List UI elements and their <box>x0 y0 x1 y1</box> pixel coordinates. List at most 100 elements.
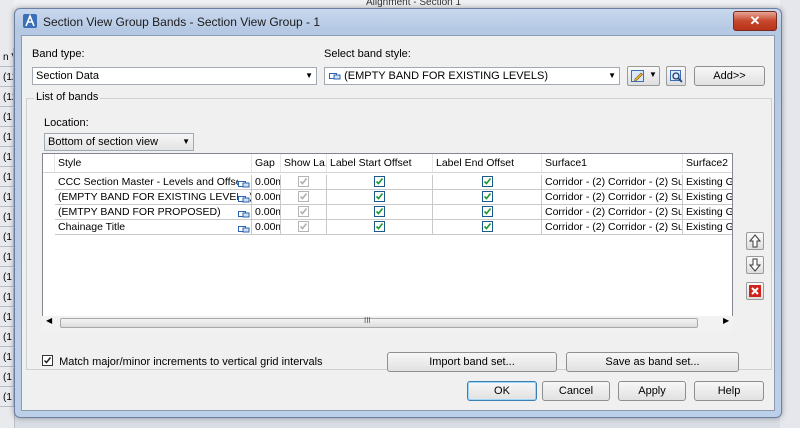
cell-label-start-offset[interactable] <box>327 220 433 235</box>
background-row-cell: (1 <box>0 208 14 227</box>
cell-gap[interactable]: 0.00mm <box>252 205 281 220</box>
table-row[interactable]: Chainage Title 0.00mm Corridor - (2) Corri… <box>43 220 732 235</box>
table-row[interactable]: CCC Section Master - Levels and Offse 0.0… <box>43 175 732 190</box>
ok-button[interactable]: OK <box>467 381 537 401</box>
cell-gap[interactable]: 0.00mm <box>252 190 281 205</box>
edit-style-button[interactable]: ▼ <box>627 66 660 86</box>
col-label-end-offset-header[interactable]: Label End Offset <box>433 154 542 172</box>
cell-surface2[interactable]: Existing Grou <box>683 190 732 205</box>
cell-label-end-offset[interactable] <box>433 205 542 220</box>
move-down-button[interactable] <box>746 256 764 274</box>
style-picker-icon[interactable] <box>238 178 250 189</box>
cell-label-start-offset[interactable] <box>327 175 433 190</box>
delete-icon <box>749 285 761 297</box>
background-title: Alignment - Section 1 <box>366 0 462 8</box>
cell-text: (EMTPY BAND FOR PROPOSED) <box>58 206 221 218</box>
col-style-header[interactable]: Style <box>55 154 252 172</box>
cell-text: Existing Grou <box>686 206 732 218</box>
row-selector[interactable] <box>43 220 55 235</box>
help-button[interactable]: Help <box>694 381 764 401</box>
cell-surface2[interactable]: Existing Grou <box>683 175 732 190</box>
cell-gap[interactable]: 0.00mm <box>252 175 281 190</box>
table-row[interactable]: (EMPTY BAND FOR EXISTING LEVELS)0.00mm Co… <box>43 190 732 205</box>
scroll-right-icon[interactable]: ▶ <box>723 316 729 325</box>
match-increments-option[interactable]: Match major/minor increments to vertical… <box>42 354 323 368</box>
grid-horizontal-scrollbar[interactable]: ◀ III ▶ <box>42 316 733 331</box>
cell-text: Existing Grou <box>686 191 732 203</box>
end-checkbox[interactable] <box>481 176 493 187</box>
cell-text: Existing Grou <box>686 221 732 233</box>
preview-style-button[interactable] <box>666 66 686 86</box>
background-row-headers: n V(12(12(1(1(1(1(1(1(1(1(1(1(1(1(1(1(1 <box>0 0 15 428</box>
cell-surface2[interactable]: Existing Grou <box>683 220 732 235</box>
scrollbar-thumb[interactable]: III <box>60 316 698 328</box>
cell-label-start-offset[interactable] <box>327 205 433 220</box>
band-type-value: Section Data <box>36 70 99 82</box>
cell-surface1[interactable]: Corridor - (2) Corridor - (2) Su... <box>542 190 683 205</box>
cell-show-label[interactable] <box>281 205 327 220</box>
style-picker-icon[interactable] <box>238 193 250 204</box>
cell-text: 0.00mm <box>255 191 280 203</box>
checkmark-icon <box>375 208 384 215</box>
cell-surface2[interactable]: Existing Grou <box>683 205 732 220</box>
background-row-cell: (1 <box>0 248 14 267</box>
start-checkbox[interactable] <box>374 206 385 217</box>
band-style-select[interactable]: (EMPTY BAND FOR EXISTING LEVELS) ▼ <box>324 67 620 85</box>
cancel-button[interactable]: Cancel <box>542 381 610 401</box>
start-checkbox[interactable] <box>374 191 385 202</box>
col-surface1-header[interactable]: Surface1 <box>542 154 683 172</box>
end-checkbox[interactable] <box>481 221 493 232</box>
move-up-button[interactable] <box>746 232 764 250</box>
checkmark-icon <box>299 178 308 185</box>
close-button[interactable]: ✕ <box>733 11 777 31</box>
cell-style[interactable]: CCC Section Master - Levels and Offse <box>55 175 252 190</box>
apply-button[interactable]: Apply <box>618 381 686 401</box>
scroll-left-icon[interactable]: ◀ <box>46 316 52 325</box>
delete-band-button[interactable] <box>746 282 764 300</box>
cell-gap[interactable]: 0.00mm <box>252 220 281 235</box>
style-picker-icon[interactable] <box>238 223 250 234</box>
chevron-down-icon: ▼ <box>649 70 657 79</box>
cell-label-end-offset[interactable] <box>433 190 542 205</box>
title-bar[interactable]: Section View Group Bands - Section View … <box>15 9 781 35</box>
cell-surface1[interactable]: Corridor - (2) Corridor - (2) Su... <box>542 205 683 220</box>
background-row-cell: (1 <box>0 288 14 307</box>
col-gap-header[interactable]: Gap <box>252 154 281 172</box>
end-checkbox[interactable] <box>481 191 493 202</box>
cell-style[interactable]: (EMTPY BAND FOR PROPOSED) <box>55 205 252 220</box>
table-row[interactable]: (EMTPY BAND FOR PROPOSED) 0.00mm Corridor … <box>43 205 732 220</box>
cell-style[interactable]: Chainage Title <box>55 220 252 235</box>
cell-show-label[interactable] <box>281 175 327 190</box>
col-show-label-header[interactable]: Show La... <box>281 154 327 172</box>
background-row-cell: (1 <box>0 308 14 327</box>
row-selector[interactable] <box>43 205 55 220</box>
match-increments-checkbox[interactable] <box>42 355 53 366</box>
style-picker-icon[interactable] <box>238 208 250 219</box>
background-row-cell: (1 <box>0 108 14 127</box>
add-button[interactable]: Add>> <box>694 66 765 86</box>
col-label-start-offset-header[interactable]: Label Start Offset <box>327 154 433 172</box>
end-checkbox[interactable] <box>481 206 493 217</box>
row-selector[interactable] <box>43 175 55 190</box>
location-select[interactable]: Bottom of section view ▼ <box>44 133 194 151</box>
location-value: Bottom of section view <box>48 136 159 148</box>
band-style-value: (EMPTY BAND FOR EXISTING LEVELS) <box>344 70 549 82</box>
cell-surface1[interactable]: Corridor - (2) Corridor - (2) Su... <box>542 220 683 235</box>
checkmark-icon <box>299 223 308 230</box>
start-checkbox[interactable] <box>374 221 385 232</box>
import-band-set-button[interactable]: Import band set... <box>387 352 557 372</box>
band-type-select[interactable]: Section Data ▼ <box>32 67 317 85</box>
cell-label-start-offset[interactable] <box>327 190 433 205</box>
row-selector[interactable] <box>43 190 55 205</box>
cell-style[interactable]: (EMPTY BAND FOR EXISTING LEVELS) <box>55 190 252 205</box>
cell-surface1[interactable]: Corridor - (2) Corridor - (2) Su... <box>542 175 683 190</box>
start-checkbox[interactable] <box>374 176 385 187</box>
bands-grid[interactable]: StyleGapShow La...Label Start OffsetLabe… <box>42 153 733 317</box>
cell-show-label[interactable] <box>281 220 327 235</box>
cell-label-end-offset[interactable] <box>433 175 542 190</box>
col-surface2-header[interactable]: Surface2 <box>683 154 732 172</box>
background-right <box>780 0 800 428</box>
save-as-band-set-button[interactable]: Save as band set... <box>566 352 739 372</box>
cell-show-label[interactable] <box>281 190 327 205</box>
cell-label-end-offset[interactable] <box>433 220 542 235</box>
